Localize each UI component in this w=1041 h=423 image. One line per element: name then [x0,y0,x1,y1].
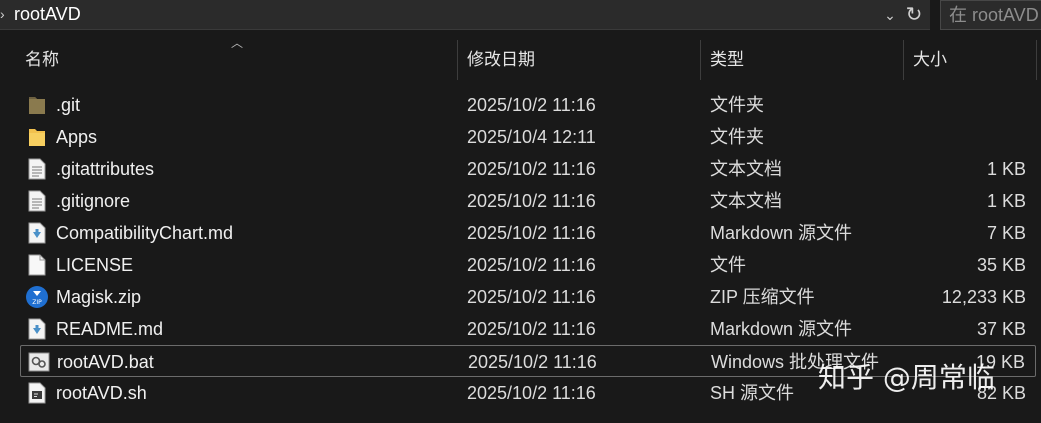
file-size: 12,233 KB [941,287,1026,307]
blank-file-icon [28,254,46,276]
text-file-icon [28,190,46,212]
file-date: 2025/10/2 11:16 [467,223,596,243]
file-name: LICENSE [56,255,134,275]
file-size: 37 KB [976,319,1026,339]
file-size: 1 KB [986,191,1026,211]
column-headers: ︿ 名称 修改日期 类型 大小 [0,36,1041,82]
file-name: README.md [56,319,164,339]
watermark: 知乎 @周常临 [818,361,995,394]
shell-file-icon [28,382,46,404]
column-header-size[interactable]: 大小 [905,38,1035,82]
file-row[interactable]: CompatibilityChart.md 2025/10/2 11:16 Ma… [20,217,1036,249]
column-divider[interactable] [1036,40,1037,80]
chevron-down-icon[interactable]: ⌄ [880,4,900,26]
file-date: 2025/10/2 11:16 [467,255,596,275]
batch-file-icon [28,351,50,373]
address-bar[interactable]: › rootAVD ⌄ ↻ [0,0,930,30]
file-name: .gitattributes [56,159,155,179]
breadcrumb-chevron-icon[interactable]: › [0,6,10,22]
file-type: ZIP 压缩文件 [710,287,815,307]
file-row[interactable]: .gitattributes 2025/10/2 11:16 文本文档 1 KB [20,153,1036,185]
file-name: .git [56,95,81,115]
column-header-name[interactable]: 名称 [17,38,457,82]
file-date: 2025/10/2 11:16 [468,352,597,372]
file-date: 2025/10/2 11:16 [467,383,596,403]
file-row[interactable]: ZIP Magisk.zip 2025/10/2 11:16 ZIP 压缩文件 … [20,281,1036,313]
file-type: 文件夹 [710,95,764,115]
file-row[interactable]: .git 2025/10/2 11:16 文件夹 [20,89,1036,121]
column-header-date[interactable]: 修改日期 [459,38,699,82]
file-row[interactable]: LICENSE 2025/10/2 11:16 文件 35 KB [20,249,1036,281]
file-name: Magisk.zip [56,287,142,307]
file-date: 2025/10/2 11:16 [467,287,596,307]
file-name: rootAVD.bat [57,352,154,372]
folder-icon [28,126,46,148]
file-type: 文件夹 [710,127,764,147]
file-date: 2025/10/4 12:11 [467,127,596,147]
file-size: 1 KB [986,159,1026,179]
file-row[interactable]: README.md 2025/10/2 11:16 Markdown 源文件 3… [20,313,1036,345]
column-divider[interactable] [457,40,458,80]
column-divider[interactable] [700,40,701,80]
column-header-type[interactable]: 类型 [702,38,902,82]
search-box[interactable] [940,0,1041,30]
text-file-icon [28,158,46,180]
search-input[interactable] [949,4,1041,26]
top-bar: › rootAVD ⌄ ↻ [0,0,1041,32]
file-type: 文本文档 [710,191,782,211]
file-name: CompatibilityChart.md [56,223,234,243]
file-name: .gitignore [56,191,131,211]
file-size: 35 KB [976,255,1026,275]
file-date: 2025/10/2 11:16 [467,95,596,115]
svg-text:ZIP: ZIP [32,299,42,306]
file-row[interactable]: .gitignore 2025/10/2 11:16 文本文档 1 KB [20,185,1036,217]
file-row[interactable]: Apps 2025/10/4 12:11 文件夹 [20,121,1036,153]
file-type: Markdown 源文件 [710,319,853,339]
file-name: Apps [56,127,98,147]
file-size: 7 KB [986,223,1026,243]
zip-file-icon: ZIP [25,286,49,308]
refresh-icon[interactable]: ↻ [902,2,926,28]
markdown-file-icon [28,318,46,340]
file-date: 2025/10/2 11:16 [467,191,596,211]
file-date: 2025/10/2 11:16 [467,319,596,339]
file-type: SH 源文件 [710,383,795,403]
folder-dark-icon [28,94,46,116]
file-type: 文件 [710,255,746,275]
file-type: Markdown 源文件 [710,223,853,243]
breadcrumb-current-folder[interactable]: rootAVD [14,4,81,25]
file-name: rootAVD.sh [56,383,147,403]
file-date: 2025/10/2 11:16 [467,159,596,179]
markdown-file-icon [28,222,46,244]
column-divider[interactable] [903,40,904,80]
file-type: 文本文档 [710,159,782,179]
